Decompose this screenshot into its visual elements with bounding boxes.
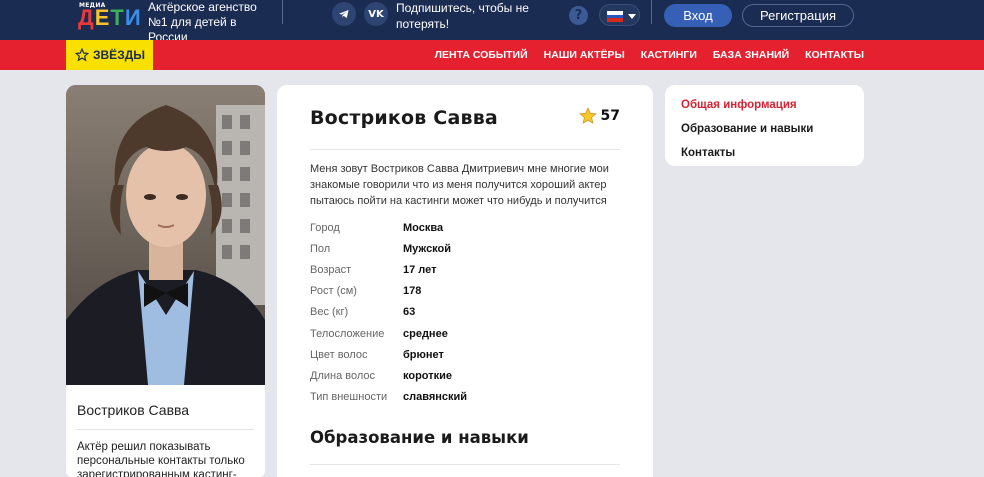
property-label: Возраст [310, 263, 352, 276]
telegram-icon[interactable] [332, 2, 356, 26]
property-label: Длина волос [310, 369, 376, 382]
property-label: Рост (см) [310, 285, 357, 298]
profile-name-card: Востриков Савва Актёр решил показывать п… [66, 385, 265, 477]
menu-item-general-info[interactable]: Общая информация [681, 93, 864, 117]
property-value: короткие [403, 369, 453, 382]
logo-word: ДЕТИ [78, 5, 142, 30]
property-row: Тип внешности славянский [310, 387, 620, 408]
nav-links: ЛЕНТА СОБЫТИЙ НАШИ АКТЁРЫ КАСТИНГИ БАЗА … [435, 40, 864, 70]
menu-item-contacts[interactable]: Контакты [681, 141, 864, 165]
property-value: брюнет [403, 348, 444, 361]
general-info-card: Востриков Савва 57 Меня зовут Востриков … [277, 85, 653, 477]
section-heading-education: Образование и навыки [310, 428, 529, 447]
logo[interactable]: МЕДИА ДЕТИ [76, 0, 141, 30]
property-label: Город [310, 221, 340, 234]
profile-title: Востриков Савва [310, 107, 498, 129]
property-label: Вес (кг) [310, 306, 349, 319]
property-value: 63 [403, 306, 416, 319]
language-selector[interactable] [599, 4, 640, 26]
profile-bio: Меня зовут Востриков Савва Дмитриевич мн… [310, 163, 609, 207]
star-icon [578, 107, 597, 124]
profile-card-name: Востриков Савва [77, 402, 190, 418]
top-header: МЕДИА ДЕТИ Актёрское агенство №1 для дет… [0, 0, 984, 44]
property-label: Цвет волос [310, 348, 368, 361]
property-value: 17 лет [403, 263, 437, 276]
main-nav: ЗВЁЗДЫ ЛЕНТА СОБЫТИЙ НАШИ АКТЁРЫ КАСТИНГ… [0, 40, 984, 70]
divider [282, 0, 283, 24]
stars-tab-label: ЗВЁЗДЫ [93, 48, 146, 62]
property-row: Пол Мужской [310, 238, 620, 259]
property-row: Цвет волос брюнет [310, 344, 620, 365]
nav-link-actors[interactable]: НАШИ АКТЁРЫ [544, 49, 625, 61]
rating-value: 57 [600, 108, 620, 124]
help-icon[interactable]: ? [569, 6, 588, 25]
chevron-down-icon [628, 14, 636, 19]
property-value: Москва [403, 221, 444, 234]
stars-tab[interactable]: ЗВЁЗДЫ [66, 40, 153, 70]
property-value: 178 [403, 285, 422, 298]
vk-icon[interactable]: VK [364, 2, 388, 26]
nav-link-castings[interactable]: КАСТИНГИ [641, 49, 697, 61]
nav-link-knowledge[interactable]: БАЗА ЗНАНИЙ [713, 49, 789, 61]
property-value: Мужской [403, 242, 452, 255]
rating[interactable]: 57 [578, 107, 620, 125]
russia-flag-icon [607, 11, 623, 22]
property-row: Длина волос короткие [310, 365, 620, 386]
login-button[interactable]: Вход [664, 4, 732, 27]
property-row: Вес (кг) 63 [310, 302, 620, 323]
agency-tagline: Актёрское агенство №1 для детей в России [148, 0, 257, 44]
divider [310, 149, 620, 150]
property-label: Телосложение [310, 327, 385, 340]
property-value: славянский [403, 391, 468, 404]
property-label: Тип внешности [310, 391, 388, 404]
menu-item-education[interactable]: Образование и навыки [681, 117, 864, 141]
nav-link-contacts[interactable]: КОНТАКТЫ [805, 49, 864, 61]
nav-link-feed[interactable]: ЛЕНТА СОБЫТИЙ [435, 49, 528, 61]
property-value: среднее [403, 327, 448, 340]
section-menu: Общая информация Образование и навыки Ко… [665, 85, 864, 166]
subscribe-text: Подпишитесь, чтобы не потерять! [396, 1, 529, 31]
divider [310, 464, 620, 465]
profile-properties: Город Москва Пол Мужской Возраст 17 лет Рос… [310, 217, 620, 408]
star-icon [75, 48, 89, 62]
divider [651, 0, 652, 24]
property-row: Телосложение среднее [310, 323, 620, 344]
profile-photo[interactable] [66, 85, 265, 385]
property-label: Пол [310, 242, 331, 255]
property-row: Город Москва [310, 217, 620, 238]
contacts-notice: Актёр решил показывать персональные конт… [77, 441, 245, 477]
property-row: Рост (см) 178 [310, 281, 620, 302]
property-row: Возраст 17 лет [310, 259, 620, 280]
divider [77, 429, 254, 430]
register-button[interactable]: Регистрация [742, 4, 854, 27]
